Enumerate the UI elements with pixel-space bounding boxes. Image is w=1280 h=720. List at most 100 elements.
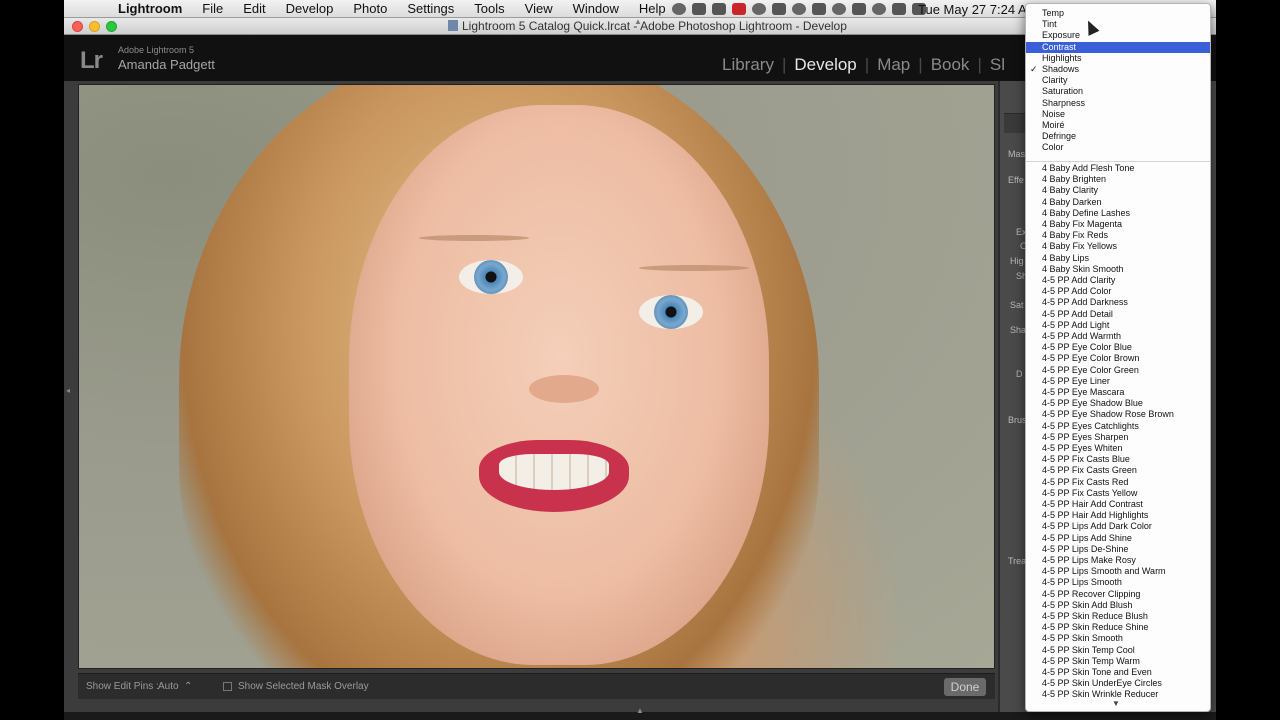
preset-item[interactable]: 4-5 PP Eye Shadow Blue [1026, 398, 1210, 409]
menu-item-contrast[interactable]: Contrast [1026, 41, 1210, 53]
menu-view[interactable]: View [515, 1, 563, 16]
done-button[interactable]: Done [944, 678, 986, 696]
menu-tools[interactable]: Tools [464, 1, 514, 16]
menu-item-highlights[interactable]: Highlights [1026, 53, 1210, 64]
preset-item[interactable]: 4-5 PP Fix Casts Red [1026, 477, 1210, 488]
filmstrip-toggle-icon[interactable]: ▲ [636, 706, 644, 715]
menu-file[interactable]: File [192, 1, 233, 16]
preset-item[interactable]: 4 Baby Skin Smooth [1026, 264, 1210, 275]
bluetooth-icon[interactable] [852, 3, 866, 15]
preset-item[interactable]: 4 Baby Lips [1026, 253, 1210, 264]
preset-item[interactable]: 4 Baby Brighten [1026, 174, 1210, 185]
preset-item[interactable]: 4-5 PP Skin UnderEye Circles [1026, 678, 1210, 689]
photo-preview[interactable] [78, 84, 995, 669]
preset-item[interactable]: 4-5 PP Lips Make Rosy [1026, 555, 1210, 566]
preset-item[interactable]: 4-5 PP Skin Tone and Even [1026, 667, 1210, 678]
preset-item[interactable]: 4 Baby Fix Yellows [1026, 241, 1210, 252]
module-develop[interactable]: Develop [786, 55, 864, 75]
preset-item[interactable]: 4-5 PP Add Darkness [1026, 297, 1210, 308]
preset-item[interactable]: 4 Baby Define Lashes [1026, 208, 1210, 219]
preset-item[interactable]: 4-5 PP Skin Add Blush [1026, 600, 1210, 611]
time-machine-icon[interactable] [832, 3, 846, 15]
menu-item-sharpness[interactable]: Sharpness [1026, 98, 1210, 109]
menu-item-saturation[interactable]: Saturation [1026, 86, 1210, 97]
menu-item-shadows[interactable]: ✓ Shadows [1026, 64, 1210, 75]
menu-item-clarity[interactable]: Clarity [1026, 75, 1210, 86]
zoom-window-button[interactable] [106, 21, 117, 32]
preset-item[interactable]: 4-5 PP Eyes Whiten [1026, 443, 1210, 454]
left-panel-toggle-icon[interactable]: ◂ [66, 386, 70, 395]
preset-item[interactable]: 4-5 PP Eye Color Brown [1026, 353, 1210, 364]
preset-item[interactable]: 4 Baby Add Flesh Tone [1026, 163, 1210, 174]
status-icon-6[interactable] [772, 3, 786, 15]
preset-item[interactable]: 4-5 PP Lips Add Shine [1026, 533, 1210, 544]
preset-item[interactable]: 4-5 PP Add Clarity [1026, 275, 1210, 286]
preset-item[interactable]: 4 Baby Fix Reds [1026, 230, 1210, 241]
show-edit-pins-select[interactable]: Auto [158, 681, 179, 692]
menu-app-lightroom[interactable]: Lightroom [108, 1, 192, 16]
preset-item[interactable]: 4-5 PP Hair Add Contrast [1026, 499, 1210, 510]
wifi-icon[interactable] [872, 3, 886, 15]
preset-item[interactable]: 4-5 PP Eye Mascara [1026, 387, 1210, 398]
module-slideshow[interactable]: Sl [982, 55, 1013, 75]
preset-item[interactable]: 4-5 PP Fix Casts Green [1026, 465, 1210, 476]
preset-item[interactable]: 4-5 PP Lips Smooth [1026, 577, 1210, 588]
preset-item[interactable]: 4-5 PP Eye Color Green [1026, 365, 1210, 376]
preset-item[interactable]: 4-5 PP Add Color [1026, 286, 1210, 297]
status-icon-3[interactable] [712, 3, 726, 15]
preset-item[interactable]: 4-5 PP Hair Add Highlights [1026, 510, 1210, 521]
menubar-clock[interactable]: Tue May 27 7:24 AM [918, 2, 1037, 17]
preset-item[interactable]: 4-5 PP Eyes Sharpen [1026, 432, 1210, 443]
preset-item[interactable]: 4-5 PP Recover Clipping [1026, 589, 1210, 600]
preset-item[interactable]: 4 Baby Fix Magenta [1026, 219, 1210, 230]
menu-window[interactable]: Window [563, 1, 629, 16]
menu-photo[interactable]: Photo [343, 1, 397, 16]
preset-item[interactable]: 4-5 PP Eye Shadow Rose Brown [1026, 409, 1210, 420]
module-library[interactable]: Library [714, 55, 782, 75]
preset-item[interactable]: 4-5 PP Fix Casts Yellow [1026, 488, 1210, 499]
preset-item[interactable]: 4-5 PP Skin Smooth [1026, 633, 1210, 644]
menu-item-noise[interactable]: Noise [1026, 109, 1210, 120]
preset-item[interactable]: 4-5 PP Add Light [1026, 320, 1210, 331]
menu-item-moir-[interactable]: Moiré [1026, 120, 1210, 131]
menu-develop[interactable]: Develop [276, 1, 344, 16]
volume-icon[interactable] [892, 3, 906, 15]
preset-item[interactable]: 4-5 PP Skin Temp Warm [1026, 656, 1210, 667]
preset-item[interactable]: 4-5 PP Skin Wrinkle Reducer [1026, 689, 1210, 700]
status-icon-1[interactable] [672, 3, 686, 15]
menu-edit[interactable]: Edit [233, 1, 275, 16]
status-icon-red[interactable] [732, 3, 746, 15]
preset-item[interactable]: 4-5 PP Lips Add Dark Color [1026, 521, 1210, 532]
minimize-window-button[interactable] [89, 21, 100, 32]
status-icon-2[interactable] [692, 3, 706, 15]
top-panel-toggle-icon[interactable]: ▲ [634, 17, 642, 26]
menu-settings[interactable]: Settings [397, 1, 464, 16]
preset-item[interactable]: 4-5 PP Fix Casts Blue [1026, 454, 1210, 465]
menu-help[interactable]: Help [629, 1, 676, 16]
preset-item[interactable]: 4-5 PP Lips De-Shine [1026, 544, 1210, 555]
preset-item[interactable]: 4-5 PP Eye Liner [1026, 376, 1210, 387]
preset-item[interactable]: 4-5 PP Skin Temp Cool [1026, 645, 1210, 656]
menu-item-exposure[interactable]: Exposure [1026, 30, 1210, 41]
preset-item[interactable]: 4-5 PP Add Warmth [1026, 331, 1210, 342]
preset-item[interactable]: 4-5 PP Eye Color Blue [1026, 342, 1210, 353]
module-map[interactable]: Map [869, 55, 918, 75]
status-icon-8[interactable] [812, 3, 826, 15]
module-book[interactable]: Book [923, 55, 978, 75]
menu-item-color[interactable]: Color [1026, 142, 1210, 153]
preset-item[interactable]: 4-5 PP Skin Reduce Shine [1026, 622, 1210, 633]
menu-item-defringe[interactable]: Defringe [1026, 131, 1210, 142]
select-arrows-icon[interactable]: ⌃ [184, 681, 192, 692]
status-icon-5[interactable] [752, 3, 766, 15]
mask-overlay-checkbox[interactable] [223, 682, 232, 691]
preset-item[interactable]: 4 Baby Darken [1026, 197, 1210, 208]
status-icon-7[interactable] [792, 3, 806, 15]
preset-item[interactable]: 4-5 PP Add Detail [1026, 309, 1210, 320]
preset-item[interactable]: 4 Baby Clarity [1026, 185, 1210, 196]
preset-item[interactable]: 4-5 PP Skin Reduce Blush [1026, 611, 1210, 622]
menu-item-tint[interactable]: Tint [1026, 19, 1210, 30]
close-window-button[interactable] [72, 21, 83, 32]
preset-item[interactable]: 4-5 PP Lips Smooth and Warm [1026, 566, 1210, 577]
menu-item-temp[interactable]: Temp [1026, 8, 1210, 19]
preset-item[interactable]: 4-5 PP Eyes Catchlights [1026, 421, 1210, 432]
